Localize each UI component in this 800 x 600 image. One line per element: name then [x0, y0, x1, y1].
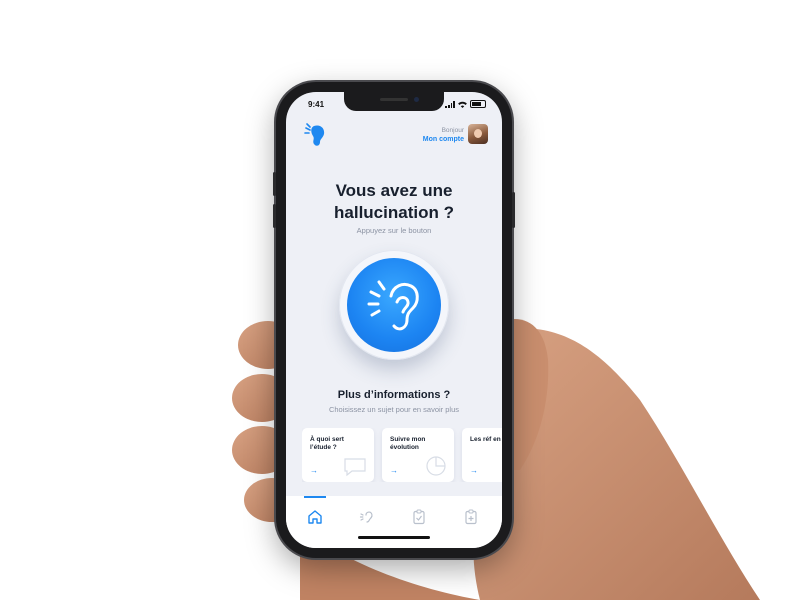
home-indicator [358, 536, 430, 539]
ear-icon [367, 280, 419, 331]
volume-up-button [273, 172, 276, 196]
phone-frame: 9:41 Bonjour Mon compte Vous avez une ha… [273, 82, 515, 558]
tab-bar [286, 496, 502, 548]
info-title: Plus d’informations ? [337, 389, 451, 401]
hallucination-button-ring [339, 250, 449, 360]
app-logo-icon [304, 123, 325, 146]
app-screen: 9:41 Bonjour Mon compte Vous avez une ha… [286, 92, 502, 548]
account-link[interactable]: Mon compte [423, 135, 464, 144]
arrow-right-icon: → [310, 466, 318, 475]
active-tab-indicator [304, 496, 326, 498]
volume-down-button [273, 204, 276, 228]
card-label: Suivre mon évolution [390, 436, 426, 451]
wifi-icon [458, 101, 467, 108]
hallucination-button[interactable] [347, 258, 441, 352]
pie-chart-icon [426, 456, 446, 476]
battery-icon [470, 100, 486, 108]
power-button [512, 192, 515, 228]
card-label: À quoi sert l’étude ? [310, 436, 344, 451]
ear-icon[interactable] [358, 508, 376, 526]
card-references[interactable]: Les réf en cas → [462, 428, 502, 482]
page-subtitle: Appuyez sur le bouton [356, 226, 432, 235]
greeting-block: Bonjour Mon compte [423, 126, 464, 144]
page-title: Vous avez une hallucination ? [286, 180, 502, 224]
card-label: Les réf en cas [470, 436, 502, 443]
home-icon[interactable] [306, 508, 324, 526]
medical-clipboard-icon[interactable] [462, 508, 480, 526]
clipboard-icon[interactable] [410, 508, 428, 526]
topic-cards: À quoi sert l’étude ? → Suivre mon évolu… [302, 428, 502, 482]
status-time: 9:41 [308, 100, 325, 109]
card-progress[interactable]: Suivre mon évolution → [382, 428, 454, 482]
info-subtitle: Choisissez un sujet pour en savoir plus [328, 405, 460, 414]
greeting-text: Bonjour [441, 127, 464, 134]
arrow-right-icon: → [390, 466, 398, 475]
speech-bubble-icon [344, 458, 366, 477]
signal-icon [445, 100, 455, 108]
arrow-right-icon: → [470, 466, 478, 475]
card-study-purpose[interactable]: À quoi sert l’étude ? → [302, 428, 374, 482]
title-line-1: Vous avez une [335, 181, 453, 200]
notch [344, 92, 444, 111]
avatar[interactable] [468, 124, 488, 144]
title-line-2: hallucination ? [334, 203, 454, 222]
